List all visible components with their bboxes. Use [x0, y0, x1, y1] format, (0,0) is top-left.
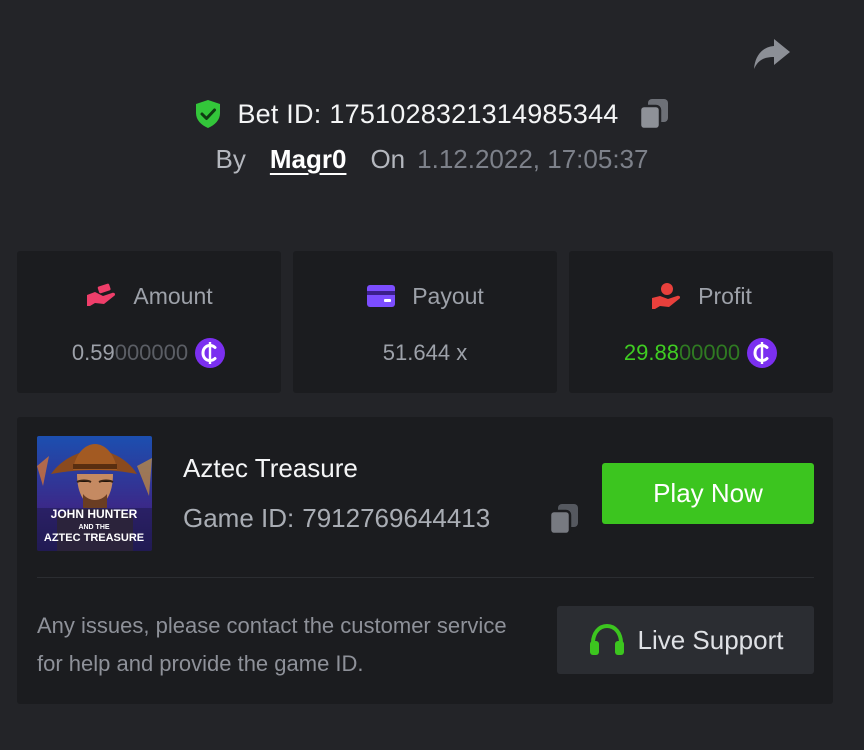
copy-icon: [638, 99, 668, 130]
play-now-button[interactable]: Play Now: [602, 463, 814, 524]
copy-bet-id-button[interactable]: [637, 96, 671, 132]
coin-icon: [195, 338, 226, 368]
payout-label: Payout: [412, 282, 484, 309]
payout-card: Payout 51.644 x: [293, 251, 557, 393]
game-name: Aztec Treasure: [183, 453, 358, 483]
bet-stats: Amount 0.59 000000 Payout 51.644 x Profi…: [17, 251, 833, 393]
bet-detail-view: Bet ID: 1751028321314985344 By Magr0 On 1…: [0, 0, 864, 750]
profit-label: Profit: [698, 282, 752, 309]
profit-hand-icon: [652, 283, 681, 309]
bet-header: Bet ID: 1751028321314985344 By Magr0 On 1…: [0, 92, 864, 175]
payout-value: 51.644 x: [382, 340, 468, 365]
copy-icon: [549, 504, 578, 535]
bet-id-value: 1751028321314985344: [329, 98, 619, 129]
bet-id: Bet ID: 1751028321314985344: [237, 99, 618, 130]
by-label: By: [215, 144, 246, 174]
thumb-text-1: JOHN HUNTER: [51, 507, 138, 521]
profit-card: Profit 29.88 00000: [569, 251, 833, 393]
game-id-label: Game ID:: [183, 503, 295, 533]
amount-card: Amount 0.59 000000: [17, 251, 281, 393]
on-label: On: [370, 144, 406, 174]
amount-value-main: 0.59: [71, 340, 115, 365]
profit-value-main: 29.88: [623, 340, 679, 365]
amount-label: Amount: [133, 282, 213, 309]
game-panel: JOHN HUNTER AND THE AZTEC TREASURE Aztec…: [17, 417, 833, 704]
verified-shield-icon: [196, 100, 221, 128]
bet-id-row: Bet ID: 1751028321314985344: [0, 92, 864, 136]
support-note: Any issues, please contact the customer …: [37, 613, 507, 676]
profit-value: 29.88 00000: [624, 337, 778, 369]
bet-meta-row: By Magr0 On 1.12.2022, 17:05:37: [0, 144, 864, 175]
profit-value-dim: 00000: [678, 340, 741, 365]
card-icon: [367, 285, 396, 307]
amount-hand-icon: [87, 283, 116, 306]
live-support-button[interactable]: Live Support: [557, 606, 814, 674]
bet-datetime: 1.12.2022, 17:05:37: [417, 144, 649, 174]
divider: [37, 577, 814, 578]
thumb-text-3: AZTEC TREASURE: [44, 532, 144, 544]
game-thumbnail[interactable]: JOHN HUNTER AND THE AZTEC TREASURE: [37, 436, 152, 551]
share-button[interactable]: [750, 34, 794, 74]
headset-icon: [589, 623, 624, 655]
game-thumbnail-art: JOHN HUNTER AND THE AZTEC TREASURE: [37, 436, 152, 551]
live-support-label: Live Support: [637, 624, 784, 655]
amount-value-dim: 000000: [114, 340, 189, 365]
thumb-text-2: AND THE: [78, 524, 109, 531]
game-id-value: 7912769644413: [302, 503, 491, 533]
game-id: Game ID: 7912769644413: [183, 503, 490, 534]
bet-id-label: Bet ID:: [237, 98, 322, 129]
copy-game-id-button[interactable]: [547, 501, 581, 537]
coin-icon: [747, 338, 778, 368]
username-link[interactable]: Magr0: [270, 144, 347, 175]
share-icon: [754, 39, 790, 69]
amount-value: 0.59 000000: [72, 337, 226, 369]
